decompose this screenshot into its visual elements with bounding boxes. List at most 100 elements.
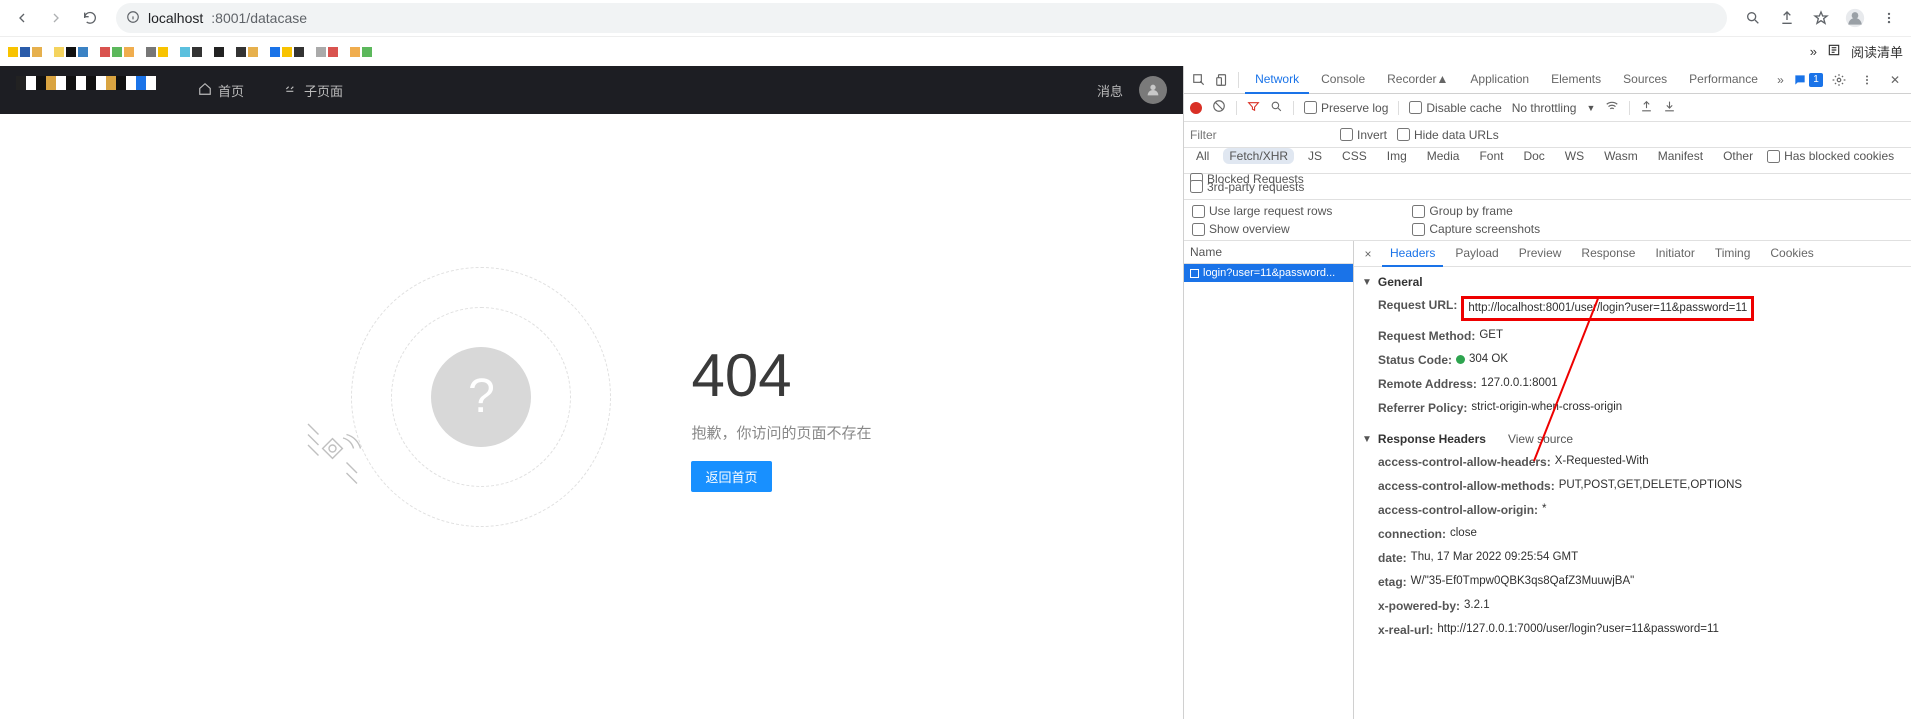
site-info-icon[interactable] [126, 10, 140, 27]
kebab-icon[interactable] [1855, 68, 1879, 92]
share-icon[interactable] [1773, 4, 1801, 32]
preserve-log-checkbox[interactable]: Preserve log [1304, 101, 1388, 115]
capture-screenshots-checkbox[interactable]: Capture screenshots [1412, 222, 1540, 236]
resp-header-value: http://127.0.0.1:7000/user/login?user=11… [1437, 621, 1719, 639]
type-img[interactable]: Img [1381, 148, 1413, 164]
nav-messages[interactable]: 消息 [1097, 81, 1123, 100]
reading-list-icon[interactable] [1827, 43, 1841, 60]
third-party-label: 3rd-party requests [1207, 180, 1304, 194]
detail-tab-initiator[interactable]: Initiator [1647, 241, 1702, 267]
device-icon[interactable] [1211, 68, 1232, 92]
general-section[interactable]: ▼General [1354, 271, 1911, 293]
page-content: 首页 子页面 消息 ? [0, 66, 1183, 719]
more-tabs-icon[interactable]: » [1770, 68, 1791, 92]
throttling-select[interactable]: No throttling [1512, 101, 1577, 115]
detail-tab-timing[interactable]: Timing [1707, 241, 1759, 267]
profile-icon[interactable] [1841, 4, 1869, 32]
type-all[interactable]: All [1190, 148, 1215, 164]
recorder-dot-icon: ▲ [1437, 72, 1449, 86]
status-code-value: 304 OK [1456, 351, 1508, 369]
search-icon[interactable] [1270, 100, 1283, 116]
request-row[interactable]: login?user=11&password... [1184, 264, 1353, 282]
devtools-panel: Network Console Recorder ▲ Application E… [1183, 66, 1911, 719]
request-method-key: Request Method: [1378, 327, 1475, 345]
type-css[interactable]: CSS [1336, 148, 1373, 164]
resp-header-value: close [1450, 525, 1477, 543]
chevron-right-icon[interactable]: » [1810, 44, 1817, 59]
address-bar[interactable]: localhost:8001/datacase [116, 3, 1727, 33]
wifi-icon[interactable] [1605, 99, 1619, 116]
tab-recorder[interactable]: Recorder ▲ [1377, 66, 1458, 94]
type-ws[interactable]: WS [1559, 148, 1590, 164]
tab-performance[interactable]: Performance [1679, 66, 1768, 94]
chevron-down-icon[interactable]: ▼ [1586, 103, 1595, 113]
settings-icon[interactable] [1827, 68, 1851, 92]
detail-tab-payload[interactable]: Payload [1447, 241, 1506, 267]
type-wasm[interactable]: Wasm [1598, 148, 1644, 164]
invert-label: Invert [1357, 128, 1387, 142]
detail-tab-preview[interactable]: Preview [1511, 241, 1570, 267]
hide-data-urls-checkbox[interactable]: Hide data URLs [1397, 128, 1499, 142]
issues-button[interactable]: 1 [1793, 73, 1823, 87]
upload-icon[interactable] [1640, 100, 1653, 116]
resp-header-key: date: [1378, 549, 1407, 567]
third-party-checkbox[interactable]: 3rd-party requests [1190, 180, 1304, 194]
star-icon[interactable] [1807, 4, 1835, 32]
close-detail-icon[interactable]: × [1358, 247, 1378, 261]
detail-tabs: × Headers Payload Preview Response Initi… [1354, 241, 1911, 267]
type-media[interactable]: Media [1421, 148, 1466, 164]
inspect-icon[interactable] [1188, 68, 1209, 92]
response-headers-section[interactable]: ▼Response HeadersView source [1354, 428, 1911, 450]
filter-icon[interactable] [1247, 100, 1260, 116]
zoom-icon[interactable] [1739, 4, 1767, 32]
resp-header-value: * [1542, 501, 1546, 519]
tab-elements[interactable]: Elements [1541, 66, 1611, 94]
nav-sub[interactable]: 子页面 [276, 81, 351, 100]
resp-header-key: access-control-allow-headers: [1378, 453, 1551, 471]
large-rows-checkbox[interactable]: Use large request rows [1192, 204, 1332, 218]
url-path: :8001/datacase [211, 10, 307, 26]
headers-body: ▼General Request URL:http://localhost:80… [1354, 267, 1911, 719]
type-manifest[interactable]: Manifest [1652, 148, 1709, 164]
hide-data-label: Hide data URLs [1414, 128, 1499, 142]
record-button[interactable] [1190, 102, 1202, 114]
invert-checkbox[interactable]: Invert [1340, 128, 1387, 142]
view-source-link[interactable]: View source [1508, 432, 1573, 446]
detail-tab-response[interactable]: Response [1573, 241, 1643, 267]
group-frame-checkbox[interactable]: Group by frame [1412, 204, 1540, 218]
name-column-header[interactable]: Name [1184, 241, 1353, 264]
detail-tab-cookies[interactable]: Cookies [1762, 241, 1821, 267]
app-header: 首页 子页面 消息 [0, 66, 1183, 114]
tab-console[interactable]: Console [1311, 66, 1375, 94]
user-avatar[interactable] [1139, 76, 1167, 104]
back-home-button[interactable]: 返回首页 [691, 461, 771, 492]
group-frame-label: Group by frame [1429, 204, 1512, 218]
request-url-key: Request URL: [1378, 296, 1457, 321]
type-doc[interactable]: Doc [1517, 148, 1550, 164]
close-devtools-icon[interactable]: ✕ [1883, 68, 1907, 92]
has-blocked-cookies-checkbox[interactable]: Has blocked cookies [1767, 149, 1894, 163]
detail-tab-headers[interactable]: Headers [1382, 241, 1443, 267]
back-button[interactable] [8, 4, 36, 32]
type-js[interactable]: JS [1302, 148, 1328, 164]
reading-list-label[interactable]: 阅读清单 [1851, 42, 1903, 61]
type-other[interactable]: Other [1717, 148, 1759, 164]
type-fetch-xhr[interactable]: Fetch/XHR [1223, 148, 1294, 164]
disable-cache-checkbox[interactable]: Disable cache [1409, 101, 1501, 115]
nav-home[interactable]: 首页 [190, 81, 252, 100]
overview-label: Show overview [1209, 222, 1290, 236]
clear-icon[interactable] [1212, 99, 1226, 116]
tab-network[interactable]: Network [1245, 66, 1309, 94]
reload-button[interactable] [76, 4, 104, 32]
show-overview-checkbox[interactable]: Show overview [1192, 222, 1332, 236]
type-font[interactable]: Font [1473, 148, 1509, 164]
download-icon[interactable] [1663, 100, 1676, 116]
forward-button[interactable] [42, 4, 70, 32]
menu-icon[interactable] [1875, 4, 1903, 32]
tab-sources[interactable]: Sources [1613, 66, 1677, 94]
tab-application[interactable]: Application [1460, 66, 1539, 94]
status-code-text: 304 OK [1469, 353, 1508, 365]
filter-input[interactable] [1190, 128, 1330, 142]
request-status-icon [1190, 269, 1199, 278]
resp-header-value: Thu, 17 Mar 2022 09:25:54 GMT [1411, 549, 1578, 567]
